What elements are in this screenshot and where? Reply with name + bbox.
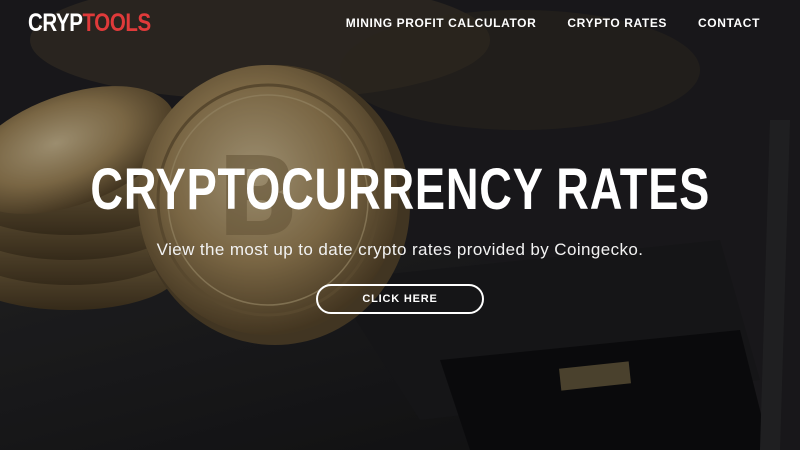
logo-text-accent: TOOLS (82, 9, 152, 37)
dark-overlay (0, 0, 800, 450)
nav-item-contact[interactable]: CONTACT (698, 16, 760, 30)
logo-text-primary: CRYP (28, 9, 83, 37)
site-header: CRYPTOOLS MINING PROFIT CALCULATOR CRYPT… (0, 0, 800, 46)
nav-item-crypto-rates[interactable]: CRYPTO RATES (567, 16, 667, 30)
nav-item-mining-profit-calculator[interactable]: MINING PROFIT CALCULATOR (346, 16, 537, 30)
hero-title: CRYPTOCURRENCY RATES (0, 160, 800, 220)
click-here-button[interactable]: CLICK HERE (316, 284, 484, 314)
site-logo[interactable]: CRYPTOOLS (28, 9, 151, 38)
hero-subtitle: View the most up to date crypto rates pr… (156, 240, 644, 259)
main-nav: MINING PROFIT CALCULATOR CRYPTO RATES CO… (346, 16, 760, 30)
hero-title-text: CRYPTOCURRENCY RATES (90, 157, 710, 222)
hero-section: B CRYPTOOLS MINING PROFIT CALCULATOR CRY… (0, 0, 800, 450)
